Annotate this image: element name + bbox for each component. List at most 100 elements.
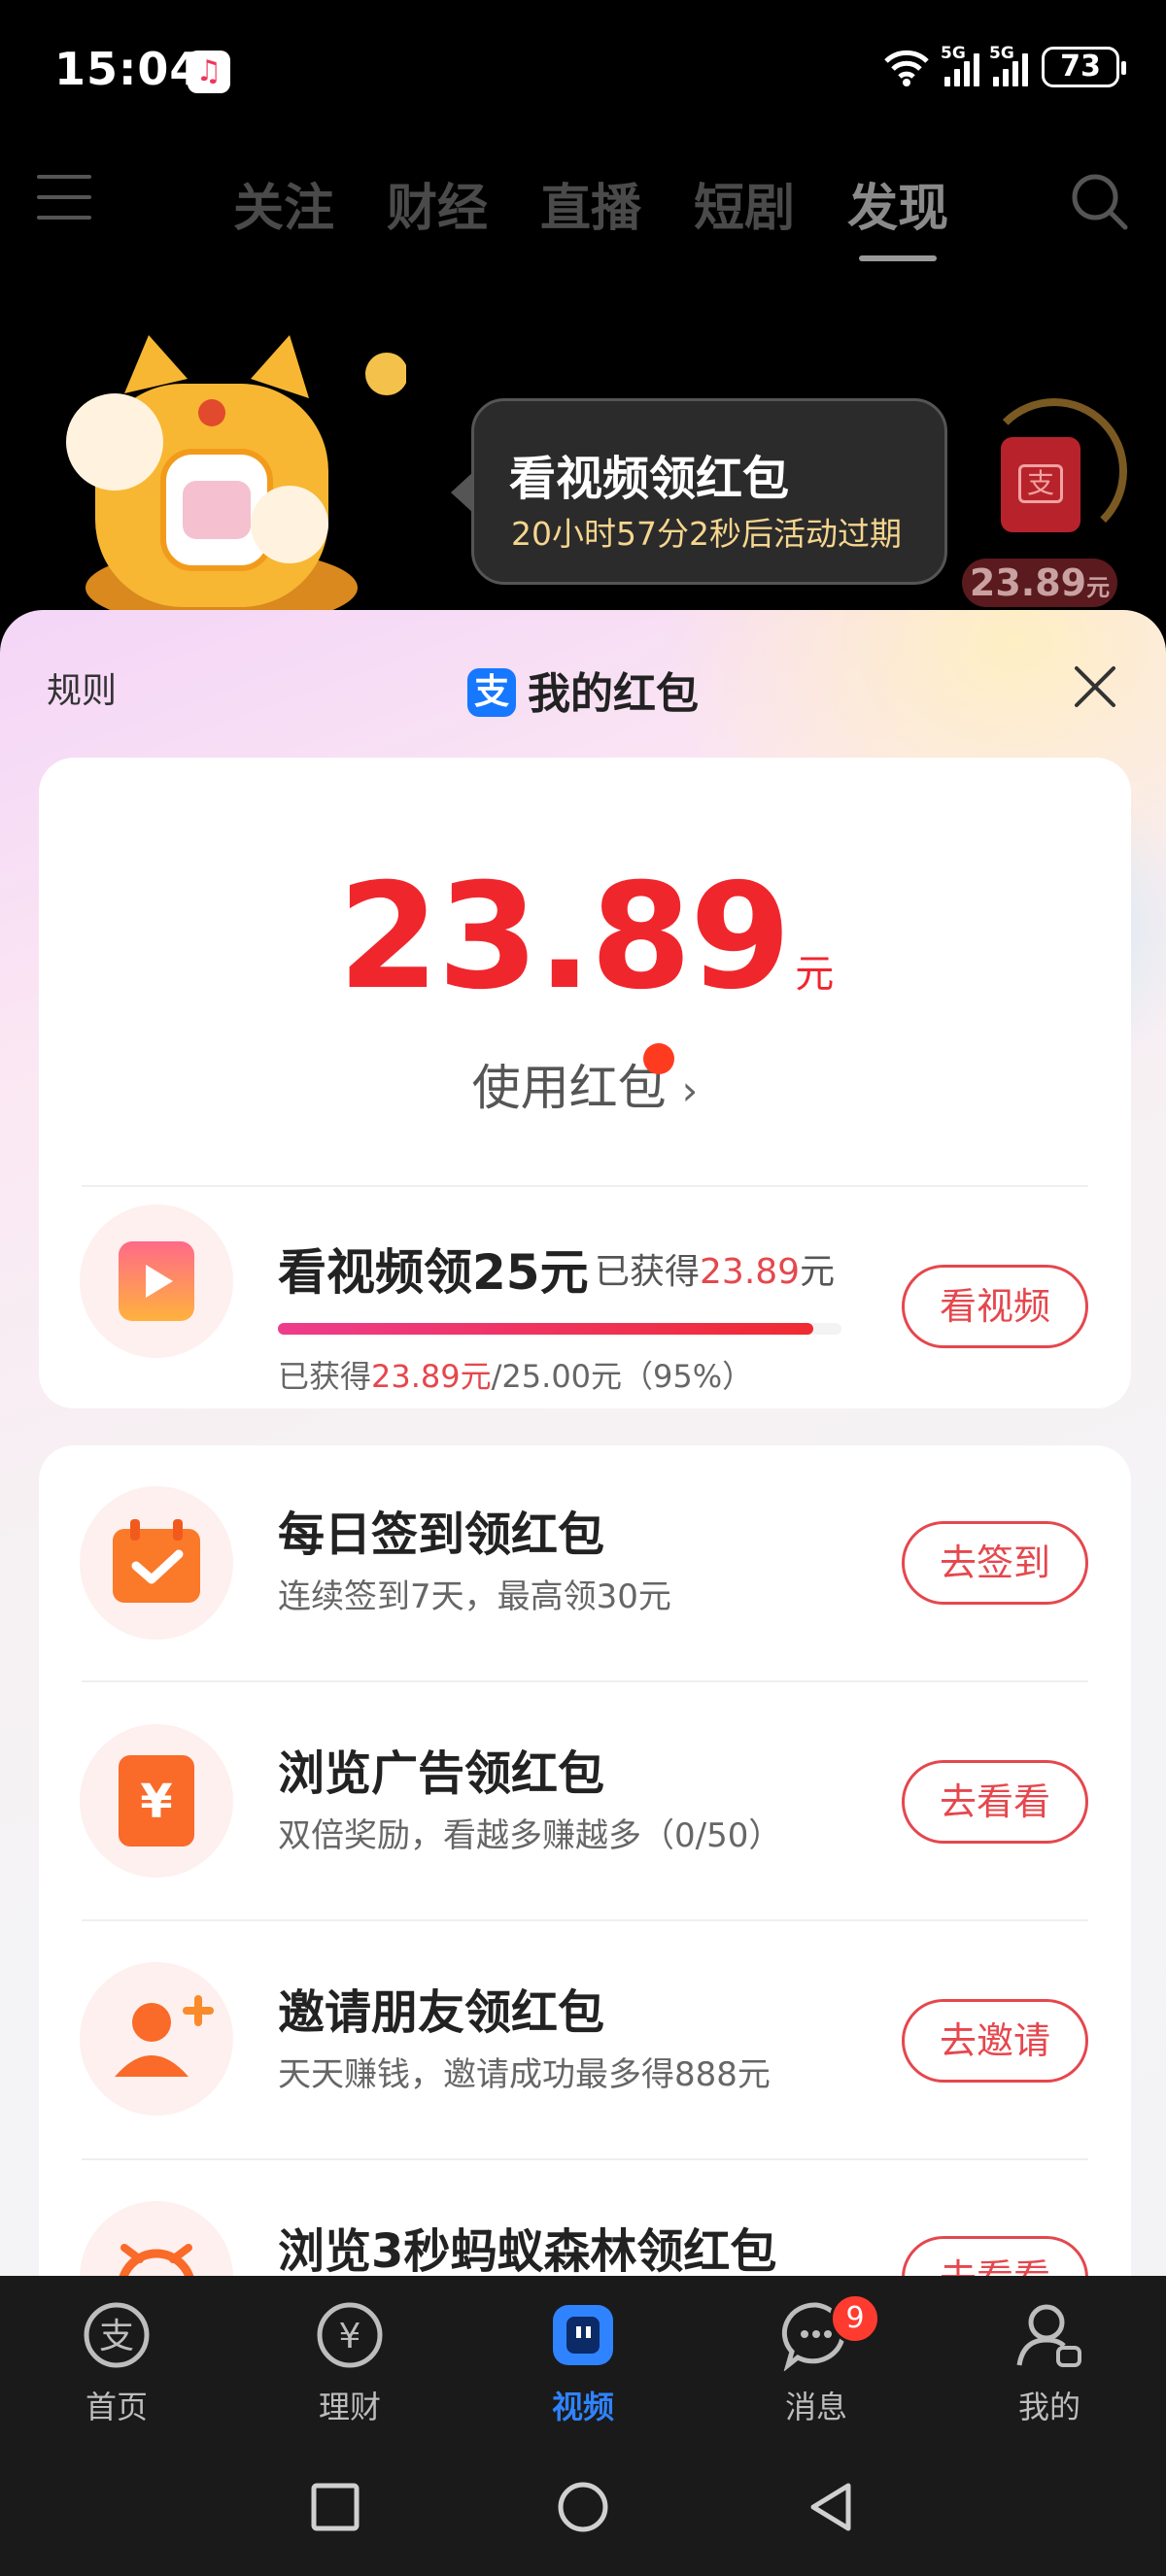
task-title: 浏览3秒蚂蚁森林领红包 xyxy=(278,2224,777,2276)
cat-mascot-illustration xyxy=(66,335,406,617)
sheet-title-text: 我的红包 xyxy=(528,669,699,719)
earned-value: 23.89 xyxy=(700,1252,801,1292)
progress-fill xyxy=(278,1323,813,1335)
message-badge: 9 xyxy=(830,2293,880,2344)
calendar-check-icon xyxy=(113,1519,200,1603)
task-title: 邀请朋友领红包 xyxy=(278,1985,605,2040)
balance-card: 23.89 元 使用红包 › 看视频领25元 已获得23.89元 已获得23.89… xyxy=(39,758,1131,1408)
svg-text:¥: ¥ xyxy=(140,1775,172,1829)
nav-home-label: 首页 xyxy=(85,2389,148,2425)
bubble-title: 看视频领红包 xyxy=(509,452,790,506)
tab-discover[interactable]: 发现 xyxy=(847,167,948,261)
balance-unit: 元 xyxy=(795,952,834,997)
top-nav: 关注 财经 直播 短剧 发现 xyxy=(0,146,1166,261)
alipay-logo-icon: 支 xyxy=(467,668,516,717)
status-time: 15:04 xyxy=(54,43,202,95)
video-task-earned: 已获得23.89元 xyxy=(595,1243,835,1294)
task-title: 每日签到领红包 xyxy=(278,1508,605,1562)
task-subtitle: 天天赚钱，邀请成功最多得888元 xyxy=(278,2055,771,2094)
promo-bubble: 看视频领红包 20小时57分2秒后活动过期 xyxy=(451,398,947,585)
menu-icon[interactable] xyxy=(37,175,91,220)
signal-1-icon: 5G xyxy=(941,44,979,86)
divider xyxy=(82,1680,1088,1682)
tab-live[interactable]: 直播 xyxy=(540,167,641,240)
nav-profile-label: 我的 xyxy=(1017,2389,1080,2425)
checkin-button[interactable]: 去签到 xyxy=(902,1521,1088,1605)
video-task-title: 看视频领25元 xyxy=(278,1244,589,1301)
detail-prefix: 已获得 xyxy=(278,1358,372,1395)
detail-suffix: /25.00元（95%） xyxy=(491,1358,754,1395)
task-subtitle: 双倍奖励，看越多赚越多（0/50） xyxy=(278,1816,782,1855)
chevron-right-icon: › xyxy=(681,1067,699,1114)
yuan-card-icon: ¥ xyxy=(119,1755,194,1847)
task-icon-bg xyxy=(80,2201,233,2276)
sheet-title: 支我的红包 xyxy=(0,659,1166,721)
notification-dot xyxy=(643,1043,674,1074)
video-icon xyxy=(553,2305,613,2365)
yuan-circle-icon: ¥ xyxy=(317,2302,383,2368)
divider xyxy=(82,1919,1088,1921)
task-list-card: 每日签到领红包 连续签到7天，最高领30元 去签到 ¥ 浏览广告领红包 双倍奖励… xyxy=(39,1445,1131,2276)
network-type-1: 5G xyxy=(941,44,966,63)
divider xyxy=(82,1185,1088,1187)
wifi-icon xyxy=(884,50,929,86)
float-amount-unit: 元 xyxy=(1086,574,1111,601)
video-task-detail: 已获得23.89元/25.00元（95%） xyxy=(278,1352,753,1397)
back-button-icon[interactable] xyxy=(802,2478,860,2536)
red-packet-icon[interactable]: 支 xyxy=(1001,437,1080,532)
top-tabs: 关注 财经 直播 短剧 发现 xyxy=(233,167,948,261)
nav-messages-label: 消息 xyxy=(784,2389,847,2425)
status-bar: 15:04 ♫ 5G 5G 73 xyxy=(0,0,1166,146)
nav-video[interactable]: 视频 xyxy=(515,2299,651,2427)
network-type-2: 5G xyxy=(989,44,1014,63)
earned-unit: 元 xyxy=(800,1252,836,1292)
browse-ads-button[interactable]: 去看看 xyxy=(902,1760,1088,1844)
nav-home[interactable]: 支 首页 xyxy=(49,2299,185,2427)
alarm-clock-icon xyxy=(119,2244,194,2276)
add-friend-icon xyxy=(115,1995,214,2077)
task-subtitle: 连续签到7天，最高领30元 xyxy=(278,1577,671,1616)
nav-wealth[interactable]: ¥ 理财 xyxy=(282,2299,418,2427)
invite-button[interactable]: 去邀请 xyxy=(902,1999,1088,2083)
float-amount-value: 23.89 xyxy=(969,561,1087,604)
ant-forest-button[interactable]: 去看看 xyxy=(902,2236,1088,2276)
tab-follow[interactable]: 关注 xyxy=(233,167,334,240)
red-packet-sheet: 规则 支我的红包 23.89 元 使用红包 › 看视频领25元 已获得23.89元… xyxy=(0,610,1166,2276)
earned-prefix: 已获得 xyxy=(595,1252,701,1292)
sheet-header: 规则 支我的红包 xyxy=(0,610,1166,756)
battery-icon: 73 xyxy=(1042,47,1126,87)
balance-amount: 23.89 元 xyxy=(39,864,1131,1047)
nav-video-label: 视频 xyxy=(551,2389,614,2425)
svg-text:¥: ¥ xyxy=(339,2317,361,2356)
task-icon-bg xyxy=(80,1486,233,1640)
user-icon xyxy=(1016,2304,1081,2367)
home-button-icon[interactable] xyxy=(554,2478,612,2536)
float-amount: 23.89元 xyxy=(962,559,1117,607)
watch-video-button[interactable]: 看视频 xyxy=(902,1265,1088,1348)
tab-finance[interactable]: 财经 xyxy=(387,167,488,240)
detail-value: 23.89元 xyxy=(371,1358,492,1395)
music-app-icon: ♫ xyxy=(188,51,230,93)
use-red-packet-link[interactable]: 使用红包 › xyxy=(39,1043,1131,1119)
countdown-text: 20小时57分2秒后活动过期 xyxy=(511,515,902,553)
balance-value: 23.89 xyxy=(337,853,791,1022)
use-red-packet-label: 使用红包 xyxy=(471,1060,667,1116)
video-task-icon-bg xyxy=(80,1204,233,1358)
search-icon[interactable] xyxy=(1069,171,1129,231)
divider xyxy=(82,2158,1088,2160)
play-video-icon xyxy=(119,1241,194,1321)
video-task-progress xyxy=(278,1323,841,1335)
tab-short-drama[interactable]: 短剧 xyxy=(694,167,795,240)
task-icon-bg xyxy=(80,1962,233,2116)
signal-2-icon: 5G xyxy=(989,44,1028,86)
nav-profile[interactable]: 我的 xyxy=(981,2299,1117,2427)
alipay-home-icon: 支 xyxy=(84,2302,150,2368)
nav-wealth-label: 理财 xyxy=(318,2389,381,2425)
alipay-mark-icon: 支 xyxy=(1018,464,1063,503)
task-icon-bg: ¥ xyxy=(80,1724,233,1878)
close-icon[interactable] xyxy=(1073,664,1117,709)
nav-messages[interactable]: 消息 9 xyxy=(748,2293,884,2427)
task-title: 浏览广告领红包 xyxy=(278,1746,605,1801)
svg-text:支: 支 xyxy=(99,2317,134,2356)
recent-apps-icon[interactable] xyxy=(306,2478,364,2536)
